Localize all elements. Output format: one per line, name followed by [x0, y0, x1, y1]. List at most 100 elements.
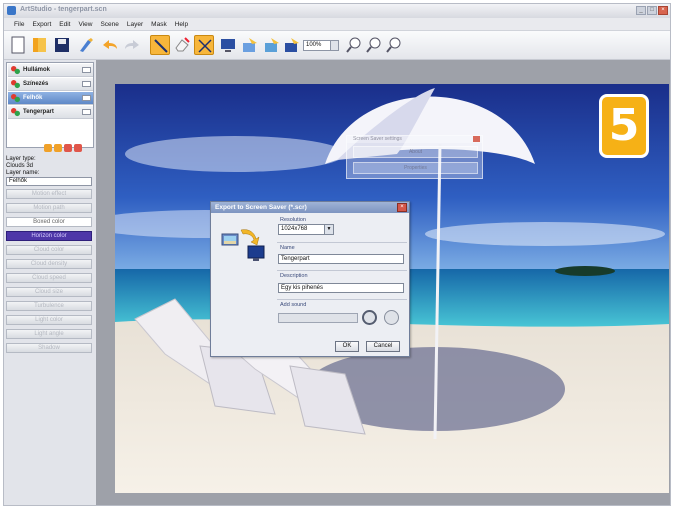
layer-icon — [11, 108, 20, 117]
menu-bar: File Export Edit View Scene Layer Mask H… — [4, 18, 670, 30]
zoom-out-icon[interactable] — [344, 35, 364, 55]
browse-sound-icon[interactable] — [362, 310, 377, 325]
light-angle-button[interactable]: Light angle — [6, 329, 92, 339]
cloud-density-button[interactable]: Cloud density — [6, 259, 92, 269]
menu-mask[interactable]: Mask — [151, 21, 167, 28]
layer-item-szinezes[interactable]: Színezés — [8, 78, 93, 91]
export-video-icon[interactable] — [262, 35, 282, 55]
layer-item-tengerpart[interactable]: Tengerpart — [8, 106, 93, 119]
dialog-title: Export to Screen Saver (*.scr) — [211, 202, 409, 213]
left-panel: Hullámok Színezés Felhők Tengerpart Laye… — [4, 60, 96, 505]
close-icon[interactable]: × — [658, 6, 668, 15]
name-label: Name — [280, 245, 295, 251]
horizon-color-button[interactable]: Horizon color — [6, 231, 92, 241]
ok-button[interactable]: OK — [335, 341, 359, 352]
description-field[interactable]: Egy kis pihenés — [278, 283, 404, 293]
maximize-icon[interactable]: □ — [647, 6, 657, 15]
layer-icon — [11, 80, 20, 89]
dialog-title: Screen Saver settings — [347, 136, 482, 143]
eye-icon[interactable] — [82, 109, 91, 115]
cloud-color-button[interactable]: Cloud color — [6, 245, 92, 255]
layer-icon — [11, 66, 20, 75]
menu-view[interactable]: View — [78, 21, 92, 28]
name-field[interactable]: Tengerpart — [278, 254, 404, 264]
layer-icon — [11, 94, 20, 103]
layer-label: Színezés — [23, 81, 49, 87]
layer-item-felhok[interactable]: Felhők — [8, 92, 93, 105]
about-button[interactable]: About — [353, 146, 478, 158]
export-screensaver-icon[interactable] — [282, 35, 302, 55]
title-bar: ArtStudio - tengerpart.scn _ □ × — [4, 4, 670, 18]
layer-label: Felhők — [23, 95, 43, 101]
layer-type-label: Layer type: — [6, 156, 36, 162]
monitor-icon[interactable] — [218, 35, 238, 55]
move-down-icon[interactable] — [54, 144, 62, 152]
eye-icon[interactable] — [82, 81, 91, 87]
menu-scene[interactable]: Scene — [100, 21, 118, 28]
description-group — [277, 270, 407, 271]
save-icon[interactable] — [52, 35, 72, 55]
motion-path-button[interactable]: Motion path — [6, 203, 92, 213]
export-arrow-icon — [221, 229, 265, 261]
layer-item-hullamok[interactable]: Hullámok — [8, 64, 93, 77]
menu-export[interactable]: Export — [32, 21, 51, 28]
undo-icon[interactable] — [100, 35, 120, 55]
sound-label: Add sound — [280, 302, 307, 308]
layer-actions — [44, 144, 82, 152]
window-controls: _ □ × — [636, 6, 668, 15]
new-file-icon[interactable] — [8, 35, 28, 55]
add-layer-icon[interactable] — [64, 144, 72, 152]
minimize-icon[interactable]: _ — [636, 6, 646, 15]
menu-layer[interactable]: Layer — [127, 21, 143, 28]
layer-list: Hullámok Színezés Felhők Tengerpart — [6, 62, 94, 148]
name-group — [277, 242, 407, 243]
export-screensaver-dialog: Export to Screen Saver (*.scr) × Resolut… — [210, 201, 410, 357]
layer-label: Tengerpart — [23, 109, 54, 115]
cloud-size-button[interactable]: Cloud size — [6, 287, 92, 297]
layer-name-label: Layer name: — [6, 170, 40, 176]
step-number-badge: 5 — [599, 94, 649, 158]
chevron-down-icon — [330, 41, 338, 50]
sound-group — [277, 299, 407, 300]
move-up-icon[interactable] — [44, 144, 52, 152]
app-window: ArtStudio - tengerpart.scn _ □ × File Ex… — [3, 3, 671, 506]
zoom-value: 100% — [306, 42, 322, 48]
close-icon[interactable] — [473, 136, 480, 142]
open-folder-icon[interactable] — [30, 35, 50, 55]
cloud-speed-button[interactable]: Cloud speed — [6, 273, 92, 283]
properties-button[interactable]: Properties — [353, 162, 478, 174]
zoom-in-icon[interactable] — [364, 35, 384, 55]
shadow-button[interactable]: Shadow — [6, 343, 92, 353]
eye-icon[interactable] — [82, 95, 91, 101]
transform-tool-icon[interactable] — [194, 35, 214, 55]
cancel-button[interactable]: Cancel — [366, 341, 400, 352]
line-tool-icon[interactable] — [150, 35, 170, 55]
app-icon — [7, 6, 16, 15]
zoom-fit-icon[interactable] — [384, 35, 404, 55]
resolution-select[interactable]: 1024x768 ▼ — [278, 224, 334, 235]
eraser-icon[interactable] — [172, 35, 192, 55]
boxed-color-button[interactable]: Boxed color — [6, 217, 92, 227]
zoom-select[interactable]: 100% — [303, 40, 339, 51]
sound-field[interactable] — [278, 313, 358, 323]
layer-name-field[interactable]: Felhők — [6, 177, 92, 186]
menu-file[interactable]: File — [14, 21, 24, 28]
close-icon[interactable]: × — [397, 203, 407, 212]
toolbar: 100% — [4, 30, 670, 60]
brush-icon[interactable] — [76, 35, 96, 55]
redo-icon[interactable] — [122, 35, 142, 55]
layer-type-value: Clouds 3d — [6, 163, 34, 169]
menu-edit[interactable]: Edit — [59, 21, 70, 28]
menu-help[interactable]: Help — [175, 21, 188, 28]
light-color-button[interactable]: Light color — [6, 315, 92, 325]
resolution-value: 1024x768 — [281, 226, 308, 232]
delete-layer-icon[interactable] — [74, 144, 82, 152]
play-sound-icon[interactable] — [384, 310, 399, 325]
eye-icon[interactable] — [82, 67, 91, 73]
motion-effect-button[interactable]: Motion effect — [6, 189, 92, 199]
export-image-icon[interactable] — [240, 35, 260, 55]
resolution-label: Resolution — [280, 217, 306, 223]
window-title: ArtStudio - tengerpart.scn — [20, 6, 107, 13]
turbulence-button[interactable]: Turbulence — [6, 301, 92, 311]
chevron-down-icon: ▼ — [324, 225, 333, 234]
